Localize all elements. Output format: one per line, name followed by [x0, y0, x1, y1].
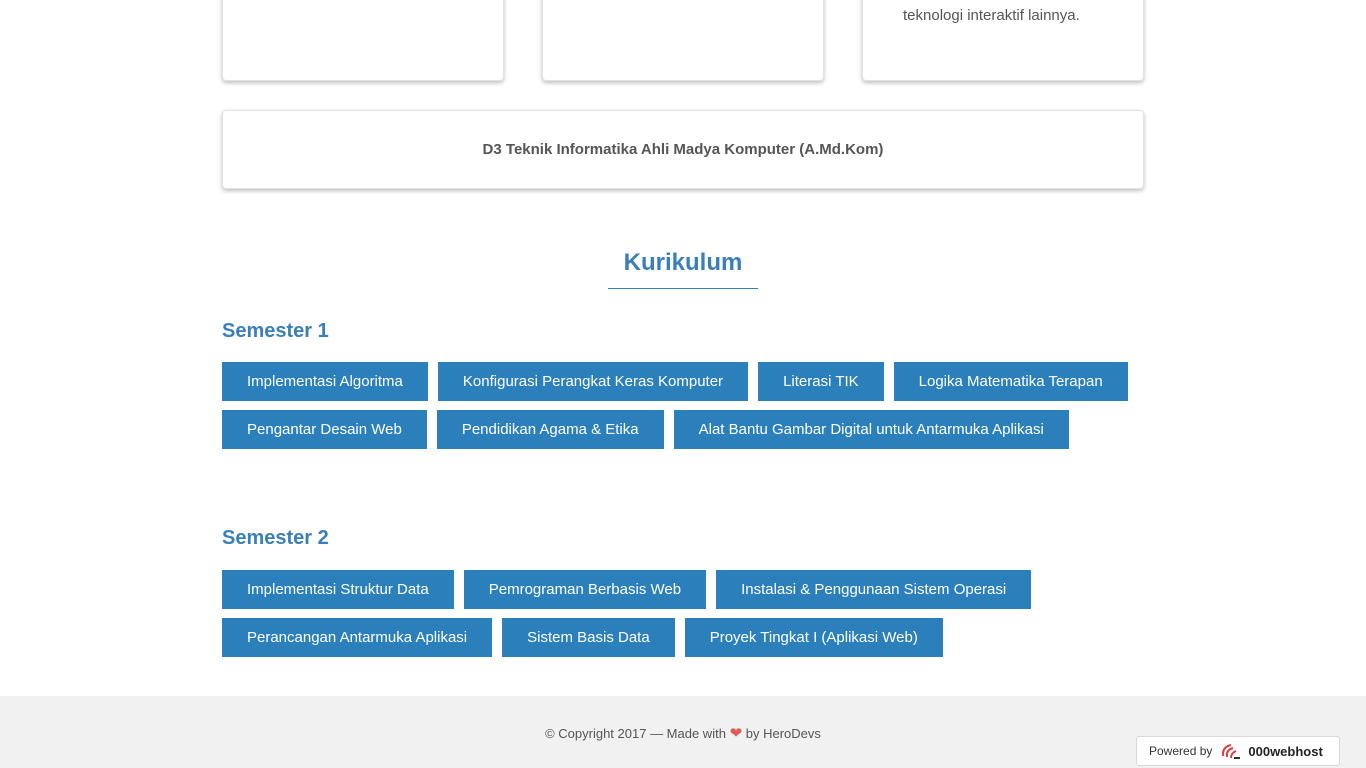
feature-card-text: teknologi interaktif lainnya.: [903, 7, 1080, 24]
course-button[interactable]: Alat Bantu Gambar Digital untuk Antarmuk…: [673, 410, 1069, 449]
course-button[interactable]: Pendidikan Agama & Etika: [436, 410, 664, 449]
course-button[interactable]: Logika Matematika Terapan: [893, 362, 1128, 401]
feature-card-3: teknologi interaktif lainnya.: [862, 0, 1144, 81]
semester-2-courses: Implementasi Struktur Data Pemrograman B…: [222, 570, 1144, 666]
webhost-logo-icon: [1222, 744, 1241, 759]
powered-by-label: Powered by: [1149, 744, 1213, 758]
course-button[interactable]: Perancangan Antarmuka Aplikasi: [222, 618, 493, 657]
powered-by-badge[interactable]: Powered by 000webhost: [1136, 736, 1340, 766]
semester-1-courses: Implementasi Algoritma Konfigurasi Peran…: [222, 362, 1144, 458]
course-button[interactable]: Proyek Tingkat I (Aplikasi Web): [684, 618, 943, 657]
course-button[interactable]: Sistem Basis Data: [502, 618, 675, 657]
heart-icon: ❤: [729, 725, 743, 742]
semester-2-title: Semester 2: [222, 527, 329, 549]
feature-card-2: [542, 0, 824, 81]
course-button[interactable]: Implementasi Algoritma: [222, 362, 428, 401]
course-button[interactable]: Implementasi Struktur Data: [222, 570, 454, 609]
course-button[interactable]: Pengantar Desain Web: [222, 410, 427, 449]
footer-author: by HeroDevs: [745, 726, 821, 741]
curriculum-title-underline: [608, 288, 758, 289]
footer-copyright: © Copyright 2017 — Made with: [545, 726, 726, 741]
course-button[interactable]: Literasi TIK: [758, 362, 884, 401]
degree-card: D3 Teknik Informatika Ahli Madya Kompute…: [222, 110, 1144, 189]
course-button[interactable]: Pemrograman Berbasis Web: [463, 570, 707, 609]
course-button[interactable]: Instalasi & Penggunaan Sistem Operasi: [716, 570, 1032, 609]
course-button[interactable]: Konfigurasi Perangkat Keras Komputer: [437, 362, 749, 401]
feature-card-1: [222, 0, 504, 81]
degree-title: D3 Teknik Informatika Ahli Madya Kompute…: [482, 141, 884, 158]
semester-1-title: Semester 1: [222, 320, 329, 342]
curriculum-title: Kurikulum: [623, 249, 743, 276]
powered-by-brand: 000webhost: [1248, 743, 1323, 759]
